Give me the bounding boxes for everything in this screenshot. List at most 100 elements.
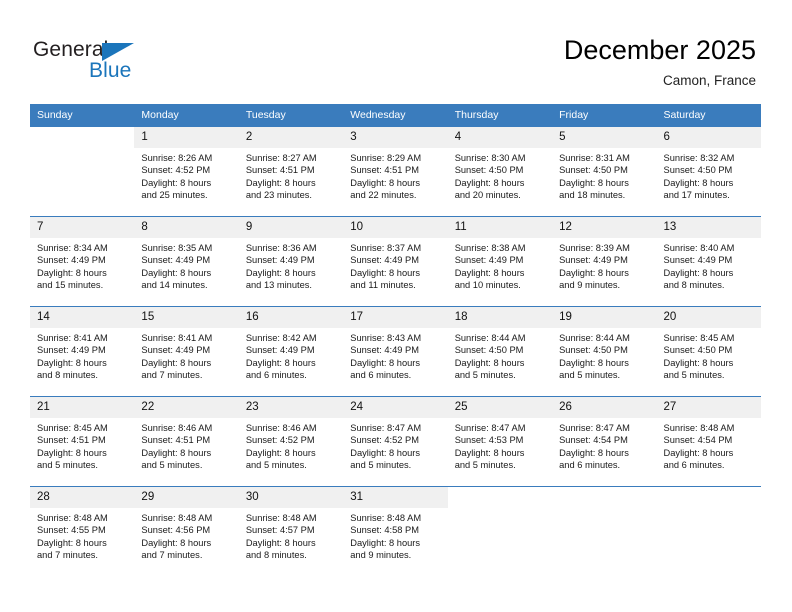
day-number: 27 (656, 397, 761, 418)
calendar-day-cell[interactable]: 2 Sunrise: 8:27 AM Sunset: 4:51 PM Daylight… (238, 127, 344, 217)
calendar-day-cell[interactable]: 23 Sunrise: 8:46 AM Sunset: 4:52 PM Dayligh… (238, 396, 344, 487)
day-sun-info: Sunrise: 8:47 AM Sunset: 4:53 PM Daylight:… (448, 418, 552, 472)
day-number: 2 (238, 127, 344, 148)
calendar-day-cell[interactable]: 4 Sunrise: 8:30 AM Sunset: 4:50 PM Daylight… (447, 127, 553, 217)
daylight-duration-line2: and 6 minutes. (245, 370, 307, 381)
daylight-duration-line1: Daylight: 8 hours (37, 357, 107, 368)
daylight-duration-line2: and 5 minutes. (559, 370, 621, 381)
calendar-day-cell[interactable]: 30 Sunrise: 8:48 AM Sunset: 4:57 PM Dayligh… (238, 486, 344, 576)
daylight-duration-line2: and 18 minutes. (559, 190, 626, 201)
daylight-duration-line1: Daylight: 8 hours (663, 177, 734, 188)
weekday-header-saturday: Saturday (656, 104, 761, 127)
weekday-header-wednesday: Wednesday (343, 104, 448, 127)
calendar-day-cell[interactable]: 31 Sunrise: 8:48 AM Sunset: 4:58 PM Dayligh… (343, 486, 448, 576)
calendar-day-cell[interactable]: 29 Sunrise: 8:48 AM Sunset: 4:56 PM Dayligh… (134, 486, 239, 576)
daylight-duration-line2: and 5 minutes. (245, 460, 307, 471)
calendar-week-row: 7 Sunrise: 8:34 AM Sunset: 4:49 PM Daylight… (30, 216, 761, 307)
sunrise-time: Sunrise: 8:37 AM (350, 243, 422, 253)
day-number: 26 (552, 397, 657, 418)
calendar-day-cell-empty (656, 486, 761, 576)
calendar-day-cell[interactable]: 7 Sunrise: 8:34 AM Sunset: 4:49 PM Daylight… (30, 216, 135, 307)
sunrise-time: Sunrise: 8:44 AM (559, 333, 630, 343)
daylight-duration-line1: Daylight: 8 hours (245, 357, 316, 368)
day-sun-info: Sunrise: 8:46 AM Sunset: 4:51 PM Daylight:… (134, 418, 238, 472)
sunrise-time: Sunrise: 8:48 AM (350, 513, 422, 523)
day-number: 14 (30, 307, 135, 328)
day-number (656, 487, 761, 508)
daylight-duration-line2: and 9 minutes. (559, 280, 621, 291)
daylight-duration-line1: Daylight: 8 hours (559, 447, 629, 458)
calendar-day-cell[interactable]: 14 Sunrise: 8:41 AM Sunset: 4:49 PM Dayligh… (30, 306, 135, 397)
calendar-day-cell[interactable]: 19 Sunrise: 8:44 AM Sunset: 4:50 PM Dayligh… (552, 306, 657, 397)
calendar-header-row: Sunday Monday Tuesday Wednesday Thursday Frid… (30, 104, 761, 127)
sunset-time: Sunset: 4:52 PM (141, 165, 211, 176)
calendar-day-cell[interactable]: 5 Sunrise: 8:31 AM Sunset: 4:50 PM Daylight… (552, 127, 657, 217)
calendar-day-cell[interactable]: 17 Sunrise: 8:43 AM Sunset: 4:49 PM Dayligh… (343, 306, 448, 397)
sunrise-time: Sunrise: 8:40 AM (663, 243, 735, 253)
calendar-day-cell-empty (447, 486, 553, 576)
sunset-time: Sunset: 4:49 PM (37, 345, 106, 356)
sunrise-time: Sunrise: 8:47 AM (350, 423, 422, 433)
day-sun-info: Sunrise: 8:47 AM Sunset: 4:54 PM Daylight:… (552, 418, 656, 472)
day-number: 20 (656, 307, 761, 328)
daylight-duration-line1: Daylight: 8 hours (454, 357, 525, 368)
day-sun-info: Sunrise: 8:27 AM Sunset: 4:51 PM Daylight:… (239, 148, 343, 202)
calendar-day-cell[interactable]: 24 Sunrise: 8:47 AM Sunset: 4:52 PM Dayligh… (343, 396, 448, 487)
calendar-day-cell[interactable]: 9 Sunrise: 8:36 AM Sunset: 4:49 PM Daylight… (238, 216, 344, 307)
daylight-duration-line2: and 13 minutes. (245, 280, 312, 291)
sunset-time: Sunset: 4:54 PM (663, 435, 733, 446)
day-sun-info: Sunrise: 8:45 AM Sunset: 4:50 PM Daylight:… (657, 328, 761, 382)
calendar-day-cell[interactable]: 10 Sunrise: 8:37 AM Sunset: 4:49 PM Dayligh… (343, 216, 448, 307)
sunset-time: Sunset: 4:49 PM (350, 345, 419, 356)
sunrise-time: Sunrise: 8:47 AM (559, 423, 630, 433)
daylight-duration-line1: Daylight: 8 hours (141, 177, 212, 188)
sunrise-time: Sunrise: 8:45 AM (37, 423, 108, 433)
calendar-day-cell-empty (30, 127, 135, 217)
day-number: 1 (134, 127, 239, 148)
day-number (30, 127, 135, 148)
calendar-day-cell[interactable]: 22 Sunrise: 8:46 AM Sunset: 4:51 PM Dayligh… (134, 396, 239, 487)
day-number: 12 (552, 217, 657, 238)
day-number: 10 (343, 217, 448, 238)
day-number: 5 (552, 127, 657, 148)
calendar-day-cell[interactable]: 16 Sunrise: 8:42 AM Sunset: 4:49 PM Dayligh… (238, 306, 344, 397)
calendar-day-cell[interactable]: 13 Sunrise: 8:40 AM Sunset: 4:49 PM Dayligh… (656, 216, 761, 307)
calendar-day-cell[interactable]: 27 Sunrise: 8:48 AM Sunset: 4:54 PM Dayligh… (656, 396, 761, 487)
calendar-day-cell[interactable]: 8 Sunrise: 8:35 AM Sunset: 4:49 PM Daylight… (134, 216, 239, 307)
calendar-day-cell[interactable]: 3 Sunrise: 8:29 AM Sunset: 4:51 PM Daylight… (343, 127, 448, 217)
sunrise-time: Sunrise: 8:35 AM (141, 243, 213, 253)
calendar-day-cell[interactable]: 1 Sunrise: 8:26 AM Sunset: 4:52 PM Daylight… (134, 127, 239, 217)
sunrise-time: Sunrise: 8:30 AM (454, 153, 526, 163)
calendar-day-cell[interactable]: 21 Sunrise: 8:45 AM Sunset: 4:51 PM Dayligh… (30, 396, 135, 487)
daylight-duration-line1: Daylight: 8 hours (245, 447, 316, 458)
sunset-time: Sunset: 4:49 PM (559, 255, 628, 266)
day-sun-info: Sunrise: 8:41 AM Sunset: 4:49 PM Daylight:… (30, 328, 134, 382)
general-blue-logo[interactable]: General Blue (33, 38, 213, 86)
daylight-duration-line1: Daylight: 8 hours (350, 177, 421, 188)
day-sun-info: Sunrise: 8:37 AM Sunset: 4:49 PM Daylight:… (343, 238, 447, 292)
calendar-day-cell[interactable]: 12 Sunrise: 8:39 AM Sunset: 4:49 PM Dayligh… (552, 216, 657, 307)
calendar-day-cell[interactable]: 20 Sunrise: 8:45 AM Sunset: 4:50 PM Dayligh… (656, 306, 761, 397)
daylight-duration-line1: Daylight: 8 hours (454, 267, 525, 278)
calendar-day-cell[interactable]: 25 Sunrise: 8:47 AM Sunset: 4:53 PM Dayligh… (447, 396, 553, 487)
day-sun-info: Sunrise: 8:48 AM Sunset: 4:55 PM Daylight:… (30, 508, 134, 562)
daylight-duration-line2: and 8 minutes. (245, 550, 307, 561)
calendar-day-cell[interactable]: 6 Sunrise: 8:32 AM Sunset: 4:50 PM Daylight… (656, 127, 761, 217)
calendar-day-cell[interactable]: 26 Sunrise: 8:47 AM Sunset: 4:54 PM Dayligh… (552, 396, 657, 487)
sunset-time: Sunset: 4:49 PM (141, 255, 211, 266)
calendar-day-cell[interactable]: 18 Sunrise: 8:44 AM Sunset: 4:50 PM Dayligh… (447, 306, 553, 397)
sunset-time: Sunset: 4:50 PM (454, 345, 524, 356)
calendar-page: General Blue December 2025 Camon, France… (0, 0, 792, 612)
sunrise-time: Sunrise: 8:39 AM (559, 243, 630, 253)
calendar-day-cell[interactable]: 11 Sunrise: 8:38 AM Sunset: 4:49 PM Dayligh… (447, 216, 553, 307)
daylight-duration-line2: and 20 minutes. (454, 190, 521, 201)
daylight-duration-line2: and 6 minutes. (350, 370, 412, 381)
calendar-day-cell[interactable]: 28 Sunrise: 8:48 AM Sunset: 4:55 PM Dayligh… (30, 486, 135, 576)
page-title: December 2025 (563, 35, 756, 65)
day-sun-info: Sunrise: 8:45 AM Sunset: 4:51 PM Daylight:… (30, 418, 134, 472)
calendar-day-cell[interactable]: 15 Sunrise: 8:41 AM Sunset: 4:49 PM Dayligh… (134, 306, 239, 397)
weekday-header-sunday: Sunday (30, 104, 135, 127)
day-number: 8 (134, 217, 239, 238)
day-number: 23 (238, 397, 344, 418)
sunrise-time: Sunrise: 8:48 AM (663, 423, 735, 433)
